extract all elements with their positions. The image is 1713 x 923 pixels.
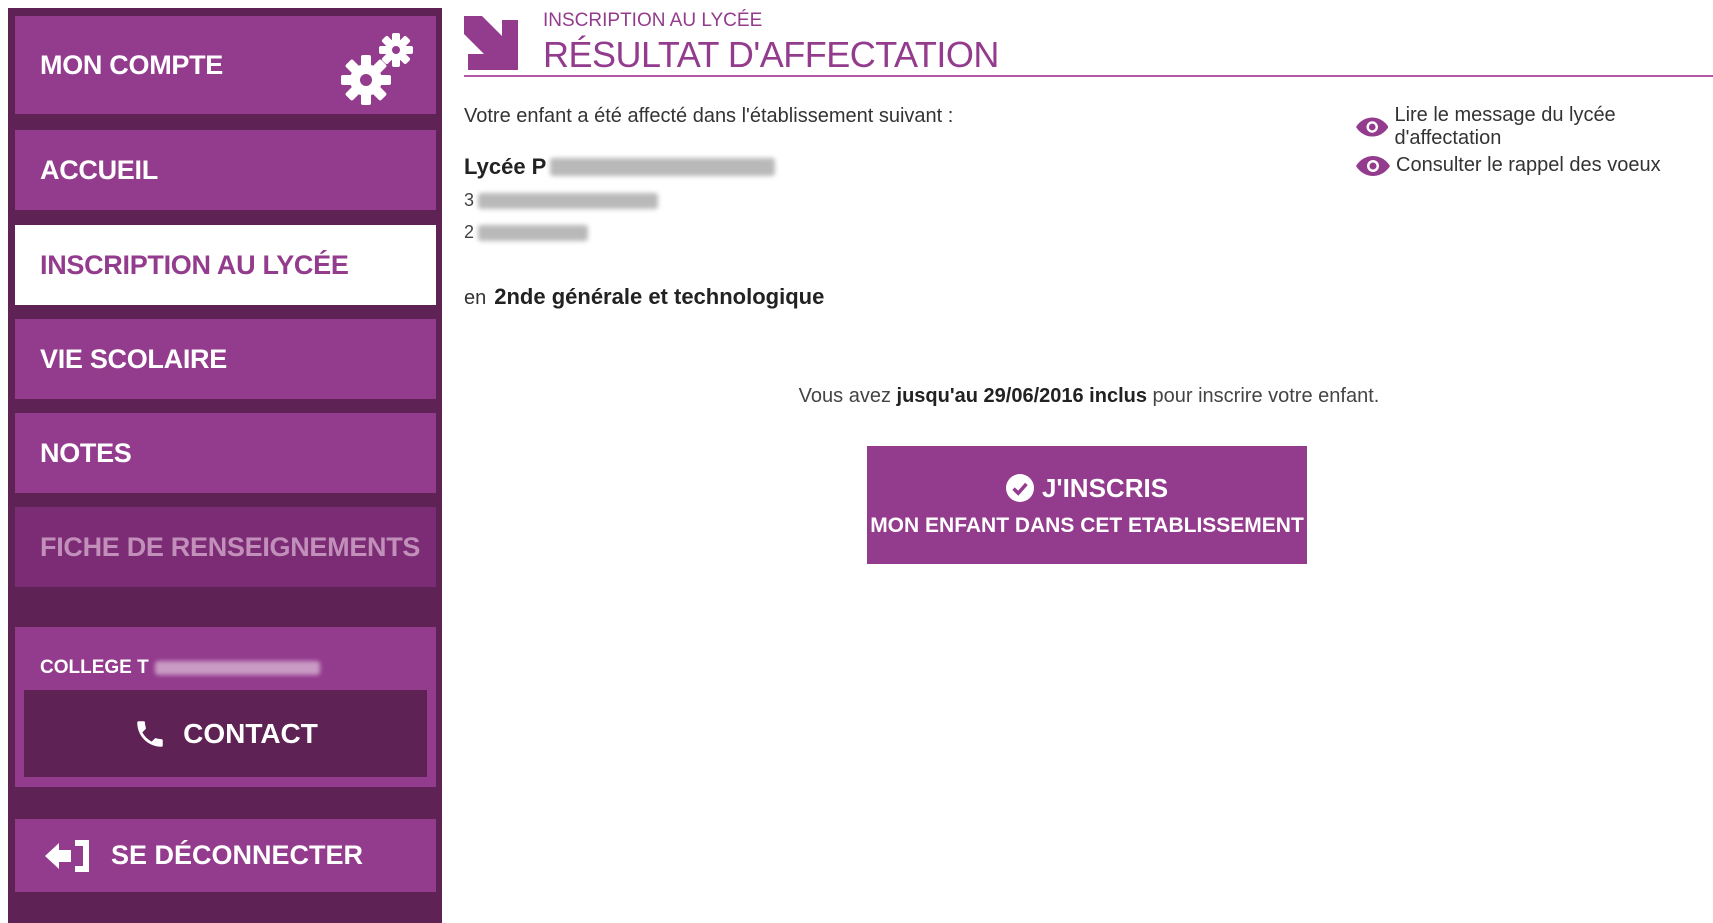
sidebar-item-accueil[interactable]: ACCUEIL [15,130,436,210]
redacted-text [478,192,659,209]
breadcrumb: INSCRIPTION AU LYCÉE [543,10,763,31]
school-name: Lycée P [464,154,776,180]
page-title: RÉSULTAT D'AFFECTATION [543,34,999,75]
assignment-intro: Votre enfant a été affecté dans l'établi… [464,105,954,127]
check-circle-icon [1005,474,1034,502]
sidebar-item-label: FICHE DE RENSEIGNEMENTS [40,531,421,562]
school-address-line1: 3 [464,190,659,211]
sidebar-item-label: MON COMPTE [40,49,223,80]
school-address-line2: 2 [464,222,589,243]
link-lire-message[interactable]: Lire le message du lycée d'affectation [1356,104,1713,150]
sidebar-item-label: VIE SCOLAIRE [40,343,227,374]
eye-icon [1356,117,1389,137]
redacted-text [478,224,589,241]
inscribe-button[interactable]: J'INSCRIS MON ENFANT DANS CET ETABLISSEM… [867,446,1307,564]
sidebar-item-notes[interactable]: NOTES [15,413,436,493]
redacted-text [550,158,776,176]
sidebar-item-vie-scolaire[interactable]: VIE SCOLAIRE [15,319,436,399]
sidebar-item-label: NOTES [40,437,132,468]
sidebar-item-label: INSCRIPTION AU LYCÉE [40,249,349,280]
logout-button[interactable]: SE DÉCONNECTER [15,819,436,892]
sidebar: MON COMPTE ACCUEIL INSCRIPTION AU LYCÉE … [8,8,442,923]
contact-button[interactable]: CONTACT [24,690,427,777]
sidebar-item-mon-compte[interactable]: MON COMPTE [15,16,436,114]
assigned-level: en 2nde générale et technologique [464,284,825,309]
contact-label: CONTACT [183,717,318,749]
logout-icon [45,839,89,872]
divider [464,75,1713,77]
arrow-down-right-icon [464,16,518,70]
sidebar-item-fiche-renseignements[interactable]: FICHE DE RENSEIGNEMENTS [15,507,436,587]
eye-icon [1356,155,1390,176]
phone-icon [137,720,163,747]
sidebar-item-inscription-lycee[interactable]: INSCRIPTION AU LYCÉE [15,225,436,305]
sidebar-item-label: ACCUEIL [40,154,158,185]
logout-label: SE DÉCONNECTER [111,840,364,870]
college-name: COLLEGE T [40,657,320,679]
main-content: INSCRIPTION AU LYCÉE RÉSULTAT D'AFFECTAT… [464,0,1713,923]
deadline-text: Vous avez jusqu'au 29/06/2016 inclus pou… [798,385,1380,407]
college-contact-box: COLLEGE T CONTACT [15,627,436,787]
redacted-text [154,661,320,675]
link-rappel-voeux[interactable]: Consulter le rappel des voeux [1356,154,1661,177]
gear-icon [341,33,413,105]
